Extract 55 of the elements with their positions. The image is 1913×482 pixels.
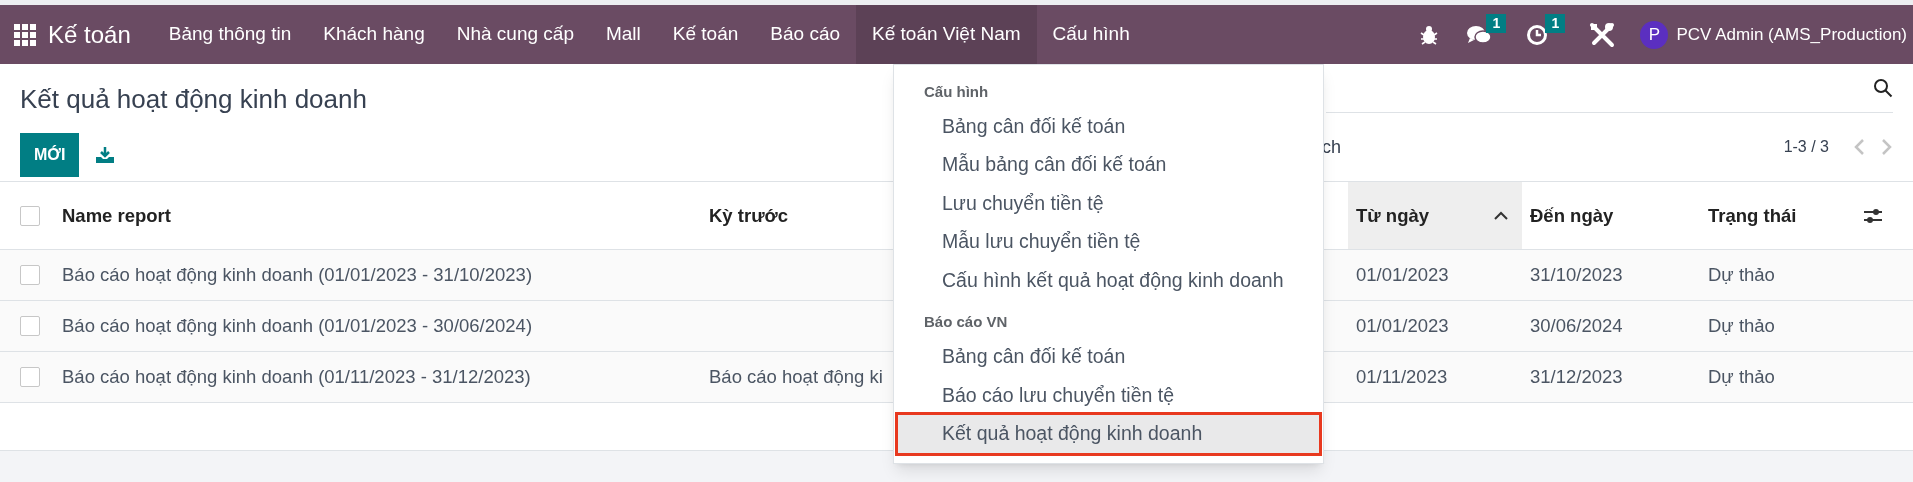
column-header[interactable]: Name report [62, 182, 709, 249]
notification-badge: 1 [1545, 13, 1566, 33]
menu-item[interactable]: Bảng thông tin [152, 5, 308, 64]
menu-item[interactable]: Kế toán [656, 5, 755, 64]
dropdown-item[interactable]: Báo cáo lưu chuyển tiền tệ [898, 376, 1319, 415]
dropdown-item[interactable]: Lưu chuyển tiền tệ [898, 184, 1319, 223]
user-avatar[interactable]: P [1640, 20, 1669, 49]
user-name[interactable]: PCV Admin (AMS_Production) [1676, 21, 1907, 48]
checkbox[interactable] [20, 316, 40, 336]
pager-value: 1-3 / 3 [1783, 137, 1829, 157]
settings-sliders-icon[interactable] [1863, 206, 1883, 225]
menu-item[interactable]: Nhà cung cấp [440, 5, 590, 64]
dropdown-item[interactable]: Kết quả hoạt động kinh doanh [898, 414, 1319, 453]
column-header[interactable]: Từ ngày [1348, 182, 1522, 249]
bug-icon[interactable] [1420, 24, 1439, 45]
menu-item[interactable]: Báo cáo [754, 5, 857, 64]
table-cell: 31/12/2023 [1530, 366, 1623, 388]
new-button[interactable]: MỚI [20, 133, 80, 177]
dropdown-item[interactable]: Bảng cân đối kế toán [898, 107, 1319, 146]
section-header: Báo cáo VN [923, 312, 1009, 333]
section-header: Cấu hình [923, 81, 990, 102]
app-name[interactable]: Kế toán [48, 16, 131, 53]
dropdown-item[interactable]: Bảng cân đối kế toán [898, 337, 1319, 376]
tools-icon[interactable] [1588, 20, 1617, 49]
menu-item[interactable]: Kế toán Việt Nam [856, 5, 1037, 64]
clock-icon[interactable] [1526, 23, 1549, 46]
table-cell: 01/01/2023 [1356, 264, 1449, 286]
table-cell: Dự thảo [1708, 315, 1775, 337]
table-cell: 30/06/2024 [1530, 315, 1623, 337]
column-header[interactable]: Trạng thái [1700, 182, 1863, 249]
table-cell: Báo cáo hoạt động ki [709, 366, 883, 388]
table-cell: 31/10/2023 [1530, 264, 1623, 286]
notification-badge: 1 [1486, 13, 1507, 33]
dropdown-item[interactable]: Mẫu lưu chuyển tiền tệ [898, 222, 1319, 261]
menu-item[interactable]: Mall [589, 5, 657, 64]
dropdown-item[interactable]: Mẫu bảng cân đối kế toán [898, 145, 1319, 184]
apps-menu-icon[interactable] [14, 23, 36, 46]
table-cell: Báo cáo hoạt động kinh doanh (01/01/2023 - 30/06/2024) [62, 315, 533, 337]
checkbox[interactable] [20, 265, 40, 285]
table-cell: 01/01/2023 [1356, 315, 1449, 337]
sort-ascending-icon [1494, 211, 1508, 220]
checkbox[interactable] [20, 205, 40, 226]
column-header[interactable]: Đến ngày [1522, 182, 1700, 249]
menu-item[interactable]: Khách hàng [307, 5, 441, 64]
dropdown-item[interactable]: Cấu hình kết quả hoạt động kinh doanh [898, 261, 1319, 300]
download-icon[interactable] [95, 146, 116, 164]
table-cell: Dự thảo [1708, 366, 1775, 388]
table-cell: Báo cáo hoạt động kinh doanh (01/11/2023 - 31/12/2023) [62, 366, 531, 388]
search-icon[interactable] [1873, 78, 1893, 98]
checkbox[interactable] [20, 367, 40, 387]
menu-item[interactable]: Cấu hình [1036, 5, 1146, 64]
table-cell: Dự thảo [1708, 264, 1775, 286]
table-cell: Báo cáo hoạt động kinh doanh (01/01/2023 - 31/10/2023) [62, 264, 533, 286]
table-cell: 01/11/2023 [1356, 366, 1448, 388]
page-title: Kết quả hoạt động kinh doanh [20, 83, 368, 116]
